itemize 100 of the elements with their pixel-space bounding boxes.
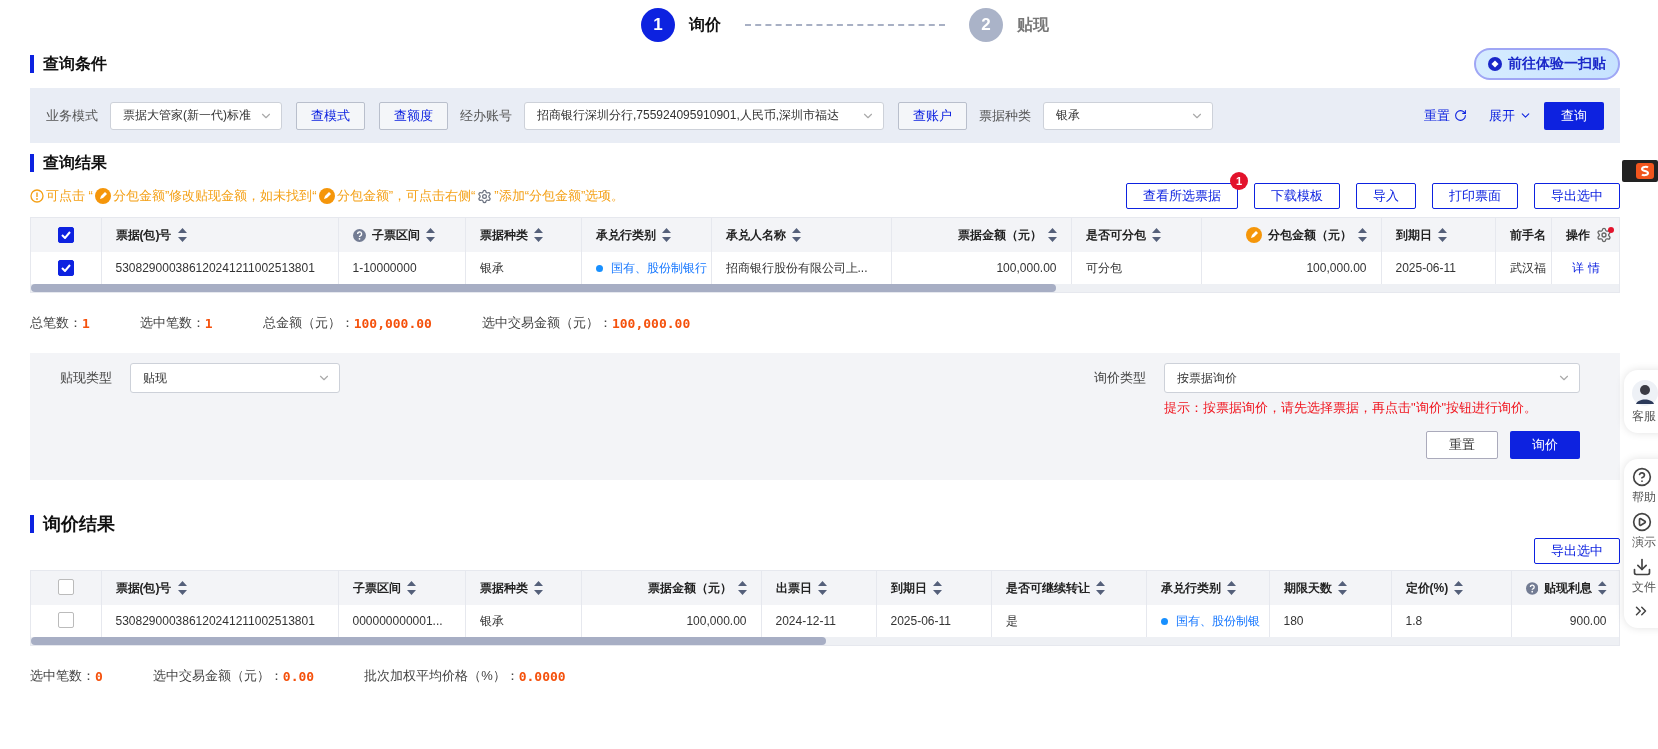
warning-icon [30,189,44,203]
select-all-checkbox[interactable] [57,578,74,595]
side-button[interactable]: 演示 [1632,512,1656,551]
table-cell: 银承 [479,613,504,628]
table-cell: 100,000.00 [1306,261,1367,275]
details-link[interactable]: 详 情 [1572,260,1600,275]
side-button[interactable]: 帮助 [1632,467,1656,506]
sort-icon[interactable] [177,228,187,242]
section-title: 查询结果 [30,154,107,172]
column-title: 操作 [1565,226,1590,244]
select-field[interactable]: 票据大管家(新一代)标准 [110,101,282,130]
select-all-checkbox[interactable] [57,227,74,243]
column-title: 出票日 [775,579,812,597]
count-badge: 1 [1230,172,1248,190]
column-title: 到期日 [890,579,927,597]
summary-value: 100,000.00 [353,315,432,331]
avatar-icon [1632,380,1658,406]
column-title: 定价(%) [1405,579,1449,597]
table-cell: 2025-06-11 [890,614,951,628]
row-checkbox[interactable] [57,260,74,276]
toolbar-button[interactable]: 下载模板 [1254,183,1340,209]
sort-icon[interactable] [1437,228,1447,242]
field-label: 经办账号 [460,106,512,125]
summary-label: 总金额（元）： [262,314,354,332]
table-cell: 180 [1283,614,1304,628]
query-button[interactable]: 查模式 [296,101,365,130]
export-button[interactable]: 导出选中 [1534,538,1620,564]
summary-value: 0.0000 [518,668,566,684]
query-button[interactable]: 查账户 [898,101,967,130]
column-title: 分包金额（元） [1267,226,1352,244]
column-title: 是否可分包 [1085,226,1146,244]
diamond-icon [1488,57,1502,71]
table-cell: 国有、股份制银 [1175,612,1260,630]
sort-icon[interactable] [533,228,543,242]
table-cell: 1-10000000 [352,261,417,275]
sort-icon[interactable] [932,581,942,595]
help-icon [1525,581,1538,595]
sort-icon[interactable] [661,228,671,242]
column-title: 前手名 [1509,226,1546,244]
table-cell: 武汉福 [1509,260,1546,275]
sort-icon[interactable] [177,581,187,595]
summary-label: 选中笔数： [139,314,205,332]
column-title: 承兑行类别 [595,226,656,244]
settings-icon [477,188,493,204]
select-field[interactable]: 招商银行深圳分行,755924095910901,人民币,深圳市福达 [524,101,884,130]
select-field[interactable]: 贴现 [130,363,340,393]
query-button[interactable]: 查额度 [379,101,448,130]
column-title: 票据(包)号 [115,226,172,244]
summary-label: 选中交易金额（元）： [481,314,612,332]
sort-icon[interactable] [791,228,801,242]
summary-label: 选中笔数： [30,667,95,685]
sort-icon[interactable] [406,581,416,595]
reset-button[interactable]: 重置 [1424,106,1467,125]
select-field[interactable]: 按票据询价 [1164,363,1580,393]
reset-button[interactable]: 重置 [1426,431,1498,459]
table-cell: 招商银行股份有限公司上... [725,260,868,275]
scrollbar-thumb[interactable] [31,637,826,645]
field-label: 业务模式 [46,106,98,125]
settings-icon[interactable] [1595,227,1612,243]
toolbar-button[interactable]: 导出选中 [1534,183,1620,209]
toolbar-button[interactable]: 导入 [1356,183,1416,209]
hint-text: 分包金额”修改贴现金额，如未找到“ [112,187,317,205]
scrollbar-thumb[interactable] [31,284,1056,292]
sort-icon[interactable] [817,581,827,595]
input-method-icon[interactable] [1622,160,1658,182]
expand-button[interactable]: 展开 [1489,106,1532,125]
sort-icon[interactable] [1047,228,1057,242]
play-icon [1632,512,1652,532]
summary-value: 0 [95,668,103,684]
sort-icon[interactable] [533,581,543,595]
column-title: 子票区间 [371,226,420,244]
column-title: 到期日 [1395,226,1432,244]
sort-icon[interactable] [1454,581,1464,595]
sort-icon[interactable] [425,228,435,242]
table-cell: 100,000.00 [686,614,747,628]
inquiry-button[interactable]: 询价 [1510,431,1580,459]
sort-icon[interactable] [1095,581,1105,595]
sort-icon[interactable] [1337,581,1347,595]
edit-icon [94,188,111,204]
column-title: 承兑人名称 [725,226,786,244]
sort-icon[interactable] [1226,581,1236,595]
sort-icon[interactable] [1151,228,1161,242]
sort-icon[interactable] [737,581,747,595]
sort-icon[interactable] [1597,581,1607,595]
table-cell: 银承 [479,260,504,275]
check-icon [60,231,71,239]
promo-button[interactable]: 前往体验一扫贴 [1474,48,1620,80]
section-title: 询价结果 [30,515,115,533]
hint-text: 可点击 “ [46,187,93,205]
search-button[interactable]: 查询 [1544,101,1604,130]
section-title: 查询条件 [30,55,107,73]
row-checkbox[interactable] [57,611,74,628]
side-button[interactable]: 文件 [1632,557,1656,596]
toolbar-button[interactable]: 打印票面 [1432,183,1518,209]
hint-text: ”添加“分包金额”选项。 [494,187,625,205]
sort-icon[interactable] [1357,228,1367,242]
side-button[interactable]: 客服 [1632,380,1658,425]
download-icon [1632,557,1652,577]
select-field[interactable]: 银承 [1043,101,1213,130]
table-cell: 530829000386120241211002513801 [115,261,315,275]
